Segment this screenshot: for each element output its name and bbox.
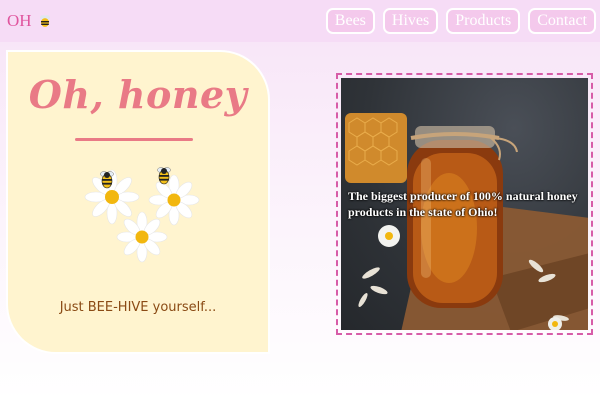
bee-icon (39, 15, 50, 27)
daisies-with-bees-illustration (84, 167, 200, 263)
hero-card: Oh, honey Just BEE-HIVE yourself... (8, 52, 268, 352)
daisy-flower-left (84, 169, 140, 225)
honey-jar-photo: The biggest producer of 100% natural hon… (341, 78, 588, 330)
hero-tagline: Just BEE-HIVE yourself... (59, 300, 217, 315)
hero-title: Oh, honey (28, 72, 248, 117)
nav-contact[interactable]: Contact (528, 8, 596, 34)
daisy-flower-right (148, 174, 200, 226)
nav-products[interactable]: Products (446, 8, 521, 34)
site-logo[interactable]: OH (7, 11, 52, 31)
site-header: OH Bees Hives Products Contact (0, 0, 600, 42)
title-underline (75, 138, 193, 141)
daisy-flower-bottom (116, 211, 168, 263)
nav-hives[interactable]: Hives (382, 8, 439, 34)
logo-text: OH (7, 11, 32, 30)
feature-caption: The biggest producer of 100% natural hon… (348, 189, 578, 219)
main-nav: Bees Hives Products Contact (325, 8, 596, 34)
bee-icon (157, 167, 171, 185)
nav-bees[interactable]: Bees (325, 8, 375, 34)
feature-image-frame: The biggest producer of 100% natural hon… (336, 73, 593, 335)
